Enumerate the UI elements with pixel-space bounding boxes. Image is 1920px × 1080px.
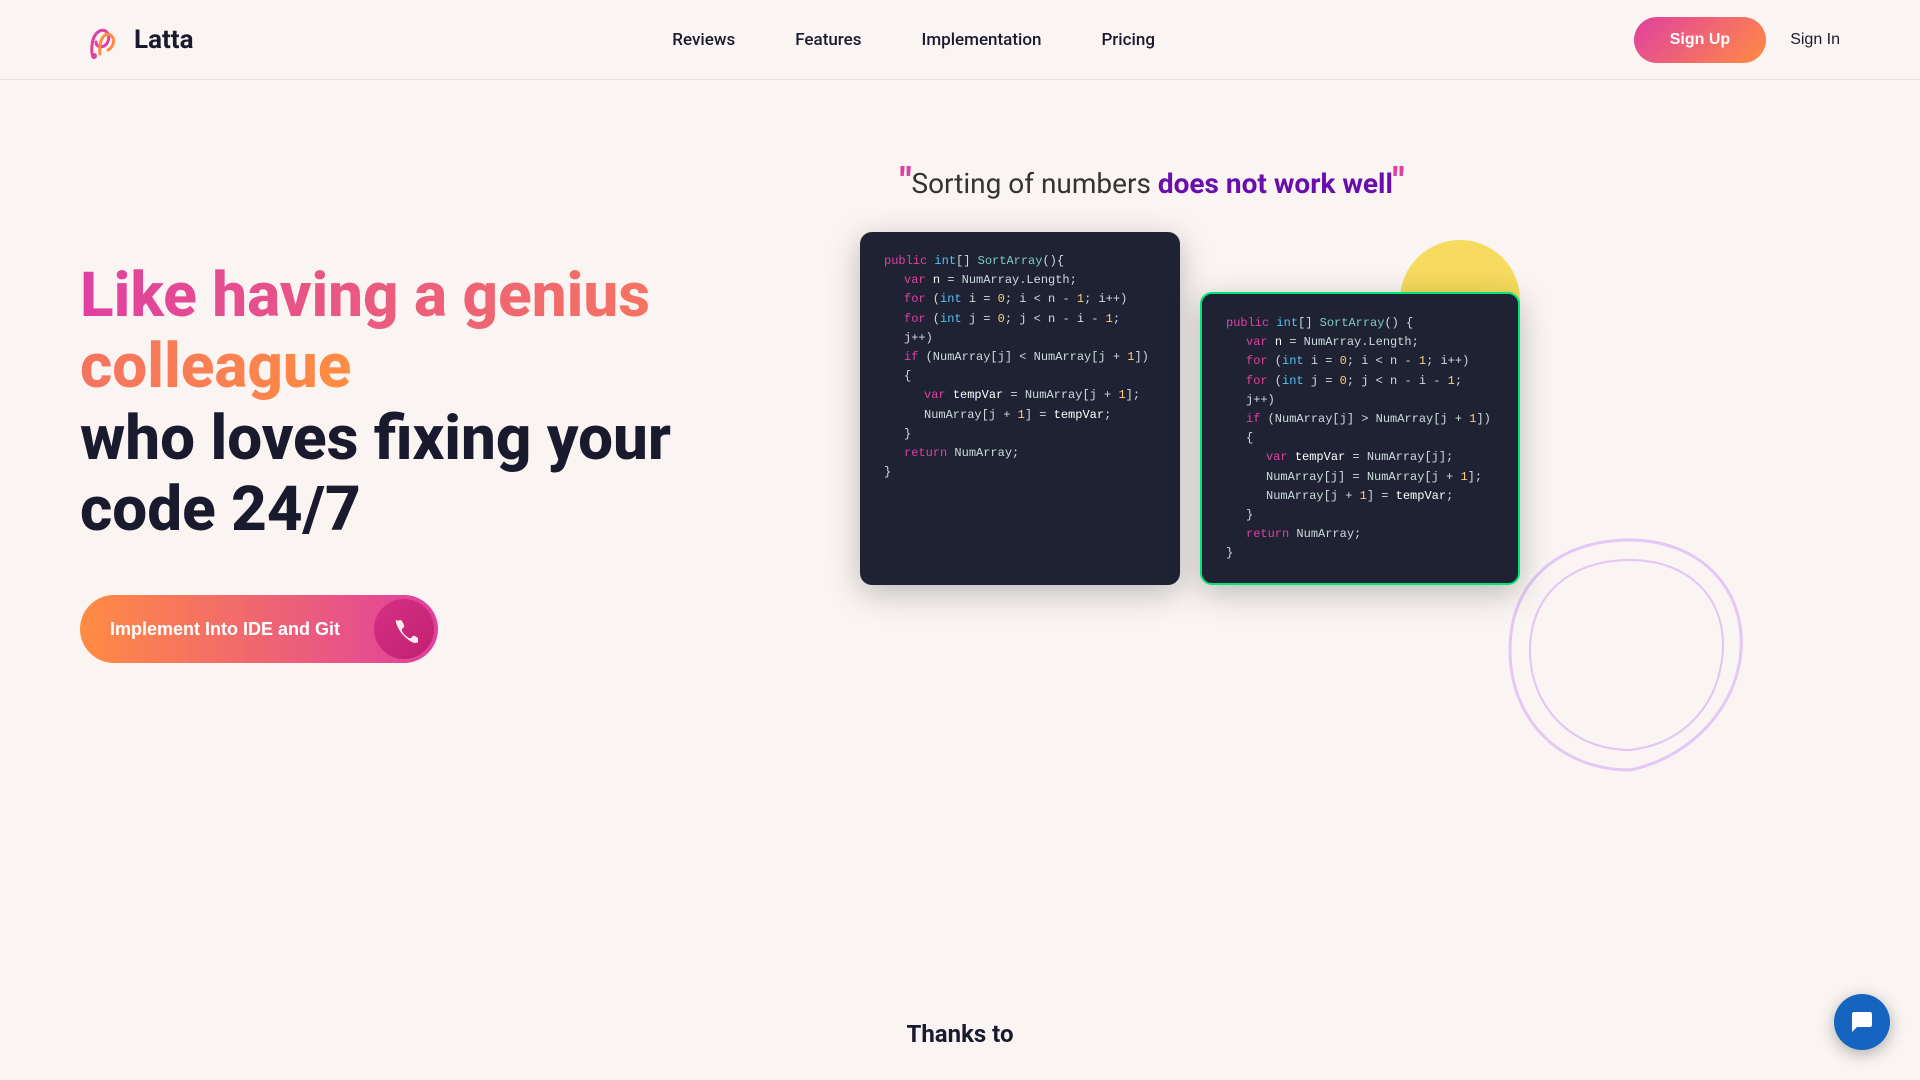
logo[interactable]: Latta xyxy=(80,18,194,62)
hero-title: Like having a genius colleague who loves… xyxy=(80,260,780,545)
nav-reviews[interactable]: Reviews xyxy=(672,30,735,50)
implement-icon xyxy=(374,599,434,659)
hero-title-gradient: Like having a genius colleague xyxy=(80,259,650,403)
code-line: var tempVar = NumArray[j + 1]; xyxy=(884,386,1156,405)
code-line: NumArray[j + 1] = tempVar; xyxy=(884,406,1156,425)
code-block-2: public int[] SortArray() { var n = NumAr… xyxy=(1200,292,1520,585)
code-blocks-area: public int[] SortArray(){ var n = NumArr… xyxy=(860,232,1840,585)
code-line: } xyxy=(884,463,1156,482)
code-line: } xyxy=(1226,506,1494,525)
logo-text: Latta xyxy=(134,25,194,55)
signup-button[interactable]: Sign Up xyxy=(1634,17,1766,63)
chat-widget[interactable] xyxy=(1834,994,1890,1050)
thanks-title: Thanks to xyxy=(80,1020,1840,1048)
header: Latta Reviews Features Implementation Pr… xyxy=(0,0,1920,80)
hero-left: Like having a genius colleague who loves… xyxy=(80,140,780,663)
code-blocks-row: public int[] SortArray(){ var n = NumArr… xyxy=(860,232,1840,585)
nav-implementation[interactable]: Implementation xyxy=(922,30,1042,50)
code-line: if (NumArray[j] > NumArray[j + 1]) { xyxy=(1226,410,1494,448)
code-line: NumArray[j] = NumArray[j + 1]; xyxy=(1226,468,1494,487)
header-actions: Sign Up Sign In xyxy=(1634,17,1840,63)
code-line: return NumArray; xyxy=(884,444,1156,463)
thanks-section: Thanks to xyxy=(0,980,1920,1068)
chat-icon xyxy=(1848,1008,1876,1036)
signin-button[interactable]: Sign In xyxy=(1790,31,1840,49)
hero-title-dark: who loves fixing yourcode 24/7 xyxy=(80,402,671,546)
nav-features[interactable]: Features xyxy=(795,30,861,50)
code-line: } xyxy=(884,425,1156,444)
quote-content: Sorting of numbers does not work well xyxy=(911,167,1392,200)
code-line: public int[] SortArray(){ xyxy=(884,252,1156,271)
code-line: } xyxy=(1226,544,1494,563)
quote-open: " xyxy=(900,160,911,202)
code-line: for (int j = 0; j < n - i - 1; j++) xyxy=(1226,372,1494,410)
hero-section: Like having a genius colleague who loves… xyxy=(0,80,1920,980)
code-line: return NumArray; xyxy=(1226,525,1494,544)
implement-button-label: Implement Into IDE and Git xyxy=(80,601,370,658)
implement-button[interactable]: Implement Into IDE and Git xyxy=(80,595,438,663)
code-line: for (int i = 0; i < n - 1; i++) xyxy=(884,290,1156,309)
quote-text: "Sorting of numbers does not work well" xyxy=(900,160,1840,202)
quote-close: " xyxy=(1393,160,1404,202)
main-nav: Reviews Features Implementation Pricing xyxy=(672,30,1155,50)
quote-emphasis: does not work well xyxy=(1158,167,1393,200)
code-line: var n = NumArray.Length; xyxy=(1226,333,1494,352)
phone-icon xyxy=(390,615,418,643)
hero-right: "Sorting of numbers does not work well" … xyxy=(780,140,1840,585)
nav-pricing[interactable]: Pricing xyxy=(1101,30,1155,50)
code-line: public int[] SortArray() { xyxy=(1226,314,1494,333)
code-line: for (int j = 0; j < n - i - 1; j++) xyxy=(884,310,1156,348)
code-block-1: public int[] SortArray(){ var n = NumArr… xyxy=(860,232,1180,585)
code-line: var tempVar = NumArray[j]; xyxy=(1226,448,1494,467)
code-line: var n = NumArray.Length; xyxy=(884,271,1156,290)
logo-icon xyxy=(80,18,124,62)
code-line: if (NumArray[j] < NumArray[j + 1]) { xyxy=(884,348,1156,386)
code-line: NumArray[j + 1] = tempVar; xyxy=(1226,487,1494,506)
code-line: for (int i = 0; i < n - 1; i++) xyxy=(1226,352,1494,371)
